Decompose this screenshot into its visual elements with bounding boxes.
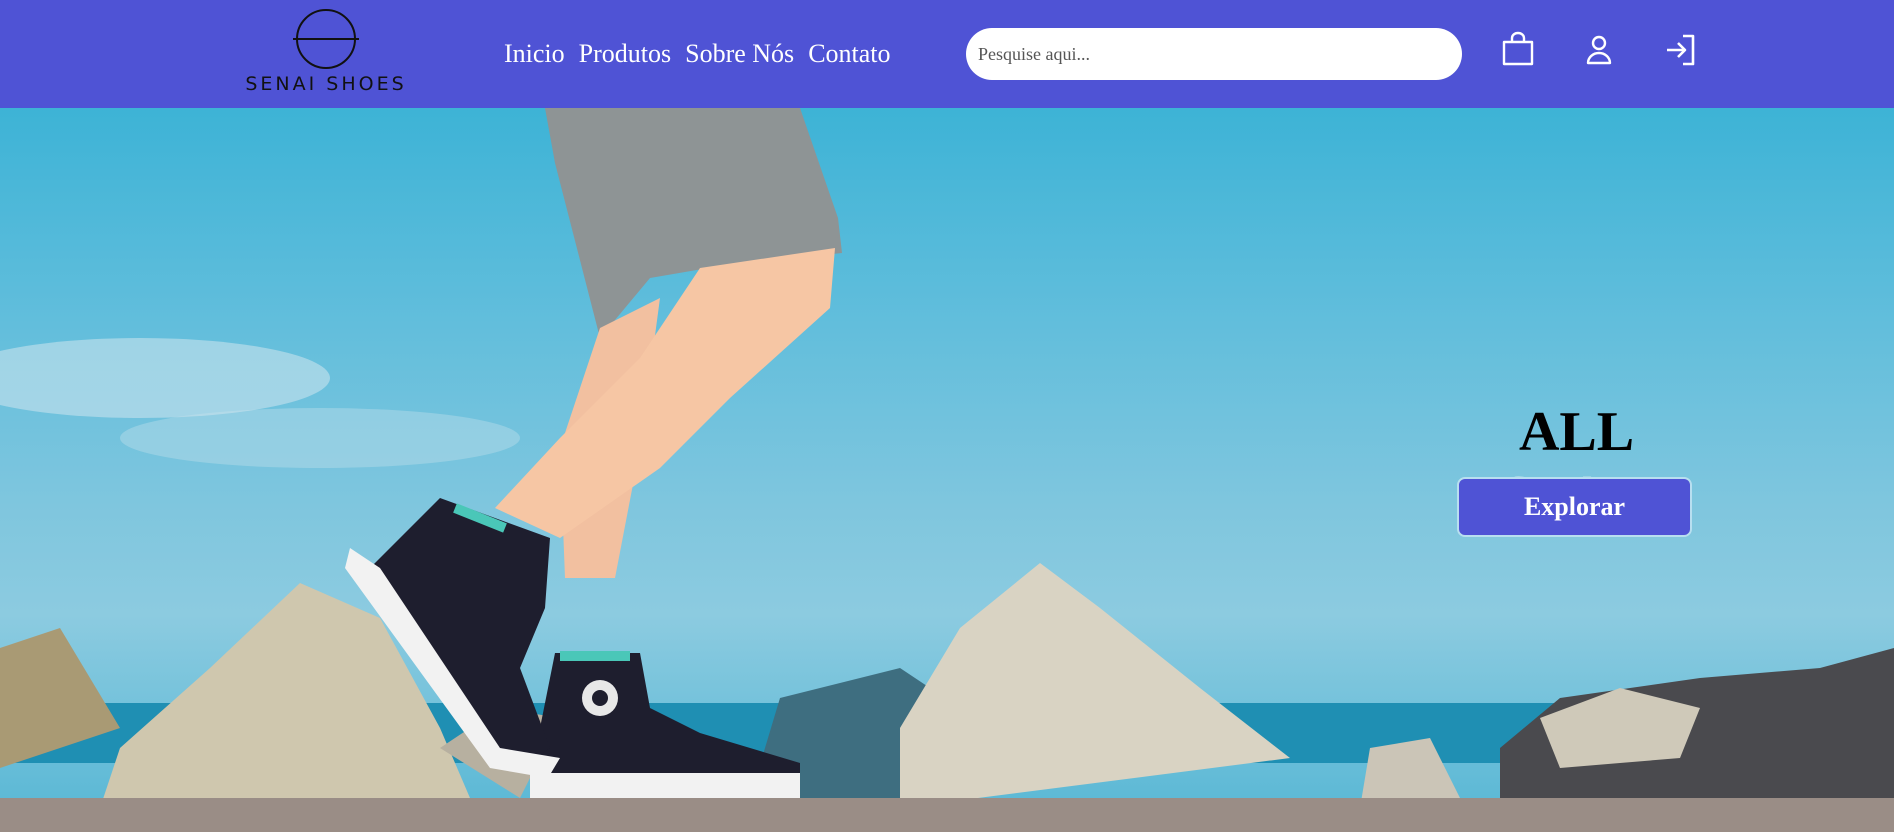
login-icon[interactable] bbox=[1661, 30, 1701, 70]
nav-link-produtos[interactable]: Produtos bbox=[579, 34, 671, 74]
nav-link-sobre-nos[interactable]: Sobre Nós bbox=[685, 34, 794, 74]
nav-link-contato[interactable]: Contato bbox=[808, 34, 890, 74]
main-nav: Inicio Produtos Sobre Nós Contato bbox=[504, 34, 891, 74]
search-input[interactable] bbox=[966, 28, 1462, 80]
logo-mark-icon bbox=[293, 9, 359, 69]
shopping-bag-icon[interactable] bbox=[1498, 30, 1538, 70]
hero-banner: ALL STAR Explorar bbox=[0, 108, 1894, 832]
user-icon[interactable] bbox=[1579, 30, 1619, 70]
logo[interactable]: SENAI SHOES bbox=[238, 8, 414, 100]
hero-title-part1: ALL bbox=[1518, 401, 1632, 463]
explore-button[interactable]: Explorar bbox=[1457, 477, 1692, 537]
site-header: SENAI SHOES Inicio Produtos Sobre Nós Co… bbox=[0, 0, 1894, 108]
logo-text: SENAI SHOES bbox=[245, 73, 407, 95]
nav-link-inicio[interactable]: Inicio bbox=[504, 34, 565, 74]
